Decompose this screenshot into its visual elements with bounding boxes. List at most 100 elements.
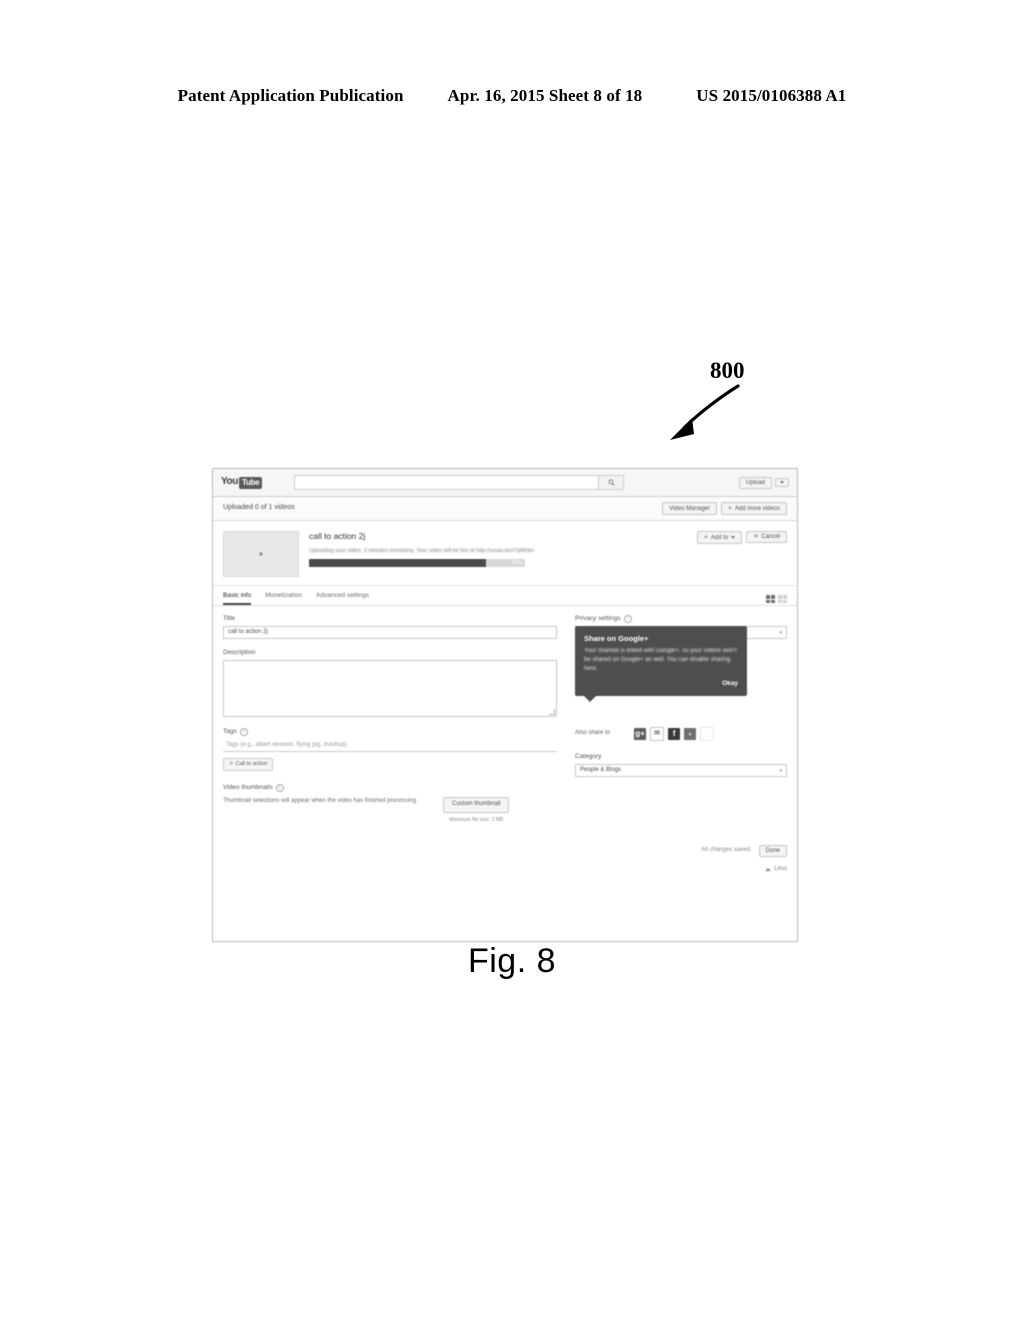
uploaded-bar-actions: Video Manager + Add more videos — [662, 502, 787, 515]
tag-chip[interactable]: ✕ Call to action — [223, 758, 274, 772]
reference-callout: 800 — [660, 358, 790, 448]
title-label-text: Title — [223, 615, 236, 622]
less-toggle[interactable]: Less — [223, 866, 787, 879]
twitter-icon[interactable]: ᵥ — [684, 728, 697, 741]
upload-item-meta: call to action 2j Uploading your video, … — [309, 531, 697, 577]
tab-basic-info[interactable]: Basic info — [223, 592, 252, 605]
upload-item-row: call to action 2j Uploading your video, … — [213, 521, 797, 586]
tab-monetization[interactable]: Monetization — [265, 592, 302, 605]
tags-label-text: Tags — [223, 728, 237, 736]
upload-progress-fill — [309, 558, 487, 567]
logo-tube-text: Tube — [238, 476, 263, 489]
caret-up-icon — [765, 868, 772, 872]
tag-remove-icon[interactable]: ✕ — [229, 761, 234, 768]
help-icon[interactable]: ? — [623, 615, 632, 624]
view-toggle-group — [766, 595, 787, 605]
tab-advanced-settings[interactable]: Advanced settings — [316, 592, 369, 605]
title-input[interactable]: call to action 2j — [223, 626, 557, 640]
add-to-label: Add to — [710, 534, 729, 541]
video-thumbnails-section: Video thumbnails ? Thumbnail selections … — [223, 784, 557, 823]
chevron-down-icon: ▾ — [779, 767, 782, 774]
upload-item-actions: + Add to ✕ Cancel — [696, 531, 787, 577]
chevron-down-icon: ▾ — [779, 629, 782, 636]
tag-chip-label: Call to action — [235, 761, 268, 768]
done-button[interactable]: Done — [758, 845, 787, 858]
logo-you-text: You — [221, 476, 238, 488]
upload-button[interactable]: Upload — [738, 476, 772, 489]
video-manager-button[interactable]: Video Manager — [662, 502, 717, 515]
search-input[interactable] — [294, 475, 599, 490]
callout-arrow-icon — [670, 384, 740, 440]
privacy-label-text: Privacy settings — [575, 615, 621, 622]
patent-publication-label: Patent Application Publication — [177, 86, 404, 105]
upload-progress-bar: 82% — [309, 558, 525, 567]
tags-input[interactable]: Tags (e.g., albert einstein, flying pig,… — [223, 739, 557, 753]
tooltip-okay-button[interactable]: Okay — [584, 680, 738, 688]
add-more-videos-label: Add more videos — [734, 505, 780, 512]
plus-icon: + — [727, 505, 732, 512]
close-icon: ✕ — [753, 534, 759, 540]
settings-tab-bar: Basic info Monetization Advanced setting… — [213, 586, 797, 606]
also-share-to-label: Also share to — [575, 730, 611, 737]
google-plus-icon[interactable]: g+ — [634, 728, 647, 741]
privacy-column: Privacy settings ? Public ▾ Share on Goo… — [575, 615, 787, 823]
search-icon — [608, 479, 615, 486]
patent-date-sheet: Apr. 16, 2015 Sheet 8 of 18 — [447, 86, 643, 105]
grid-view-icon[interactable] — [766, 595, 775, 603]
help-icon[interactable]: ? — [275, 784, 284, 793]
basic-info-column: Title call to action 2j Description Tags… — [223, 615, 557, 823]
less-label: Less — [774, 866, 787, 873]
list-view-icon[interactable] — [778, 595, 787, 603]
category-selected-value: People & Blogs — [580, 767, 622, 773]
plus-icon: + — [703, 534, 708, 541]
tooltip-title: Share on Google+ — [584, 634, 649, 643]
category-field-label: Category — [575, 753, 787, 761]
screenshot-footer: All changes saved. Done Less — [213, 845, 797, 879]
patent-number: US 2015/0106388 A1 — [696, 86, 847, 105]
email-icon[interactable]: ✉ — [650, 727, 665, 742]
all-changes-saved-label: All changes saved. — [701, 847, 752, 854]
uploaded-status-bar: Uploaded 0 of 1 videos Video Manager + A… — [213, 497, 797, 521]
google-plus-tooltip: Share on Google+ Your channel is linked … — [575, 626, 747, 702]
youtube-logo[interactable]: You Tube — [221, 476, 263, 489]
cancel-button[interactable]: ✕ Cancel — [746, 531, 787, 543]
description-field-label: Description — [223, 649, 557, 657]
more-share-icon[interactable] — [700, 727, 715, 742]
share-icon-group: g+ ✉ f ᵥ — [634, 727, 715, 742]
description-textarea[interactable] — [223, 660, 557, 718]
privacy-field-label: Privacy settings ? — [575, 615, 787, 624]
video-thumbnail-placeholder — [223, 531, 299, 577]
description-label-text: Description — [223, 649, 256, 657]
add-to-button[interactable]: + Add to — [696, 531, 743, 544]
facebook-icon[interactable]: f — [668, 728, 681, 741]
thumbnails-field-label: Video thumbnails ? — [223, 784, 557, 793]
category-select[interactable]: People & Blogs ▾ — [575, 764, 787, 778]
upload-dropdown-button[interactable] — [775, 478, 789, 487]
privacy-settings-group: Privacy settings ? Public ▾ Share on Goo… — [575, 615, 787, 702]
category-group: Category People & Blogs ▾ — [575, 753, 787, 778]
custom-thumbnail-group: Custom thumbnail Maximum file size: 2 MB — [443, 797, 510, 823]
custom-thumbnail-button[interactable]: Custom thumbnail — [443, 797, 510, 813]
youtube-masthead: You Tube Upload — [213, 469, 797, 497]
tags-field-label: Tags ? — [223, 728, 557, 737]
search-bar[interactable] — [294, 475, 625, 490]
chevron-down-icon — [731, 536, 736, 539]
save-status-row: All changes saved. Done — [223, 845, 787, 858]
tooltip-body: Your channel is linked with Google+, so … — [584, 648, 737, 672]
masthead-right-actions: Upload — [738, 476, 789, 489]
uploaded-count-label: Uploaded 0 of 1 videos — [223, 504, 295, 512]
title-field-label: Title — [223, 615, 557, 623]
upload-progress-percent: 82% — [511, 559, 522, 566]
upload-video-title: call to action 2j — [309, 531, 366, 541]
upload-status-text: Uploading your video, 3 minutes remainin… — [309, 547, 535, 554]
search-button[interactable] — [598, 475, 625, 490]
patent-page-header: Patent Application Publication Apr. 16, … — [0, 86, 1024, 106]
category-label-text: Category — [575, 753, 602, 761]
thumbnails-label-text: Video thumbnails — [223, 784, 273, 792]
help-icon[interactable]: ? — [239, 728, 248, 737]
settings-body: Title call to action 2j Description Tags… — [213, 606, 797, 823]
thumbnails-row: Thumbnail selections will appear when th… — [223, 797, 557, 823]
thumbnails-note: Thumbnail selections will appear when th… — [223, 798, 417, 805]
chevron-down-icon — [780, 481, 784, 484]
add-more-videos-button[interactable]: + Add more videos — [720, 502, 787, 515]
